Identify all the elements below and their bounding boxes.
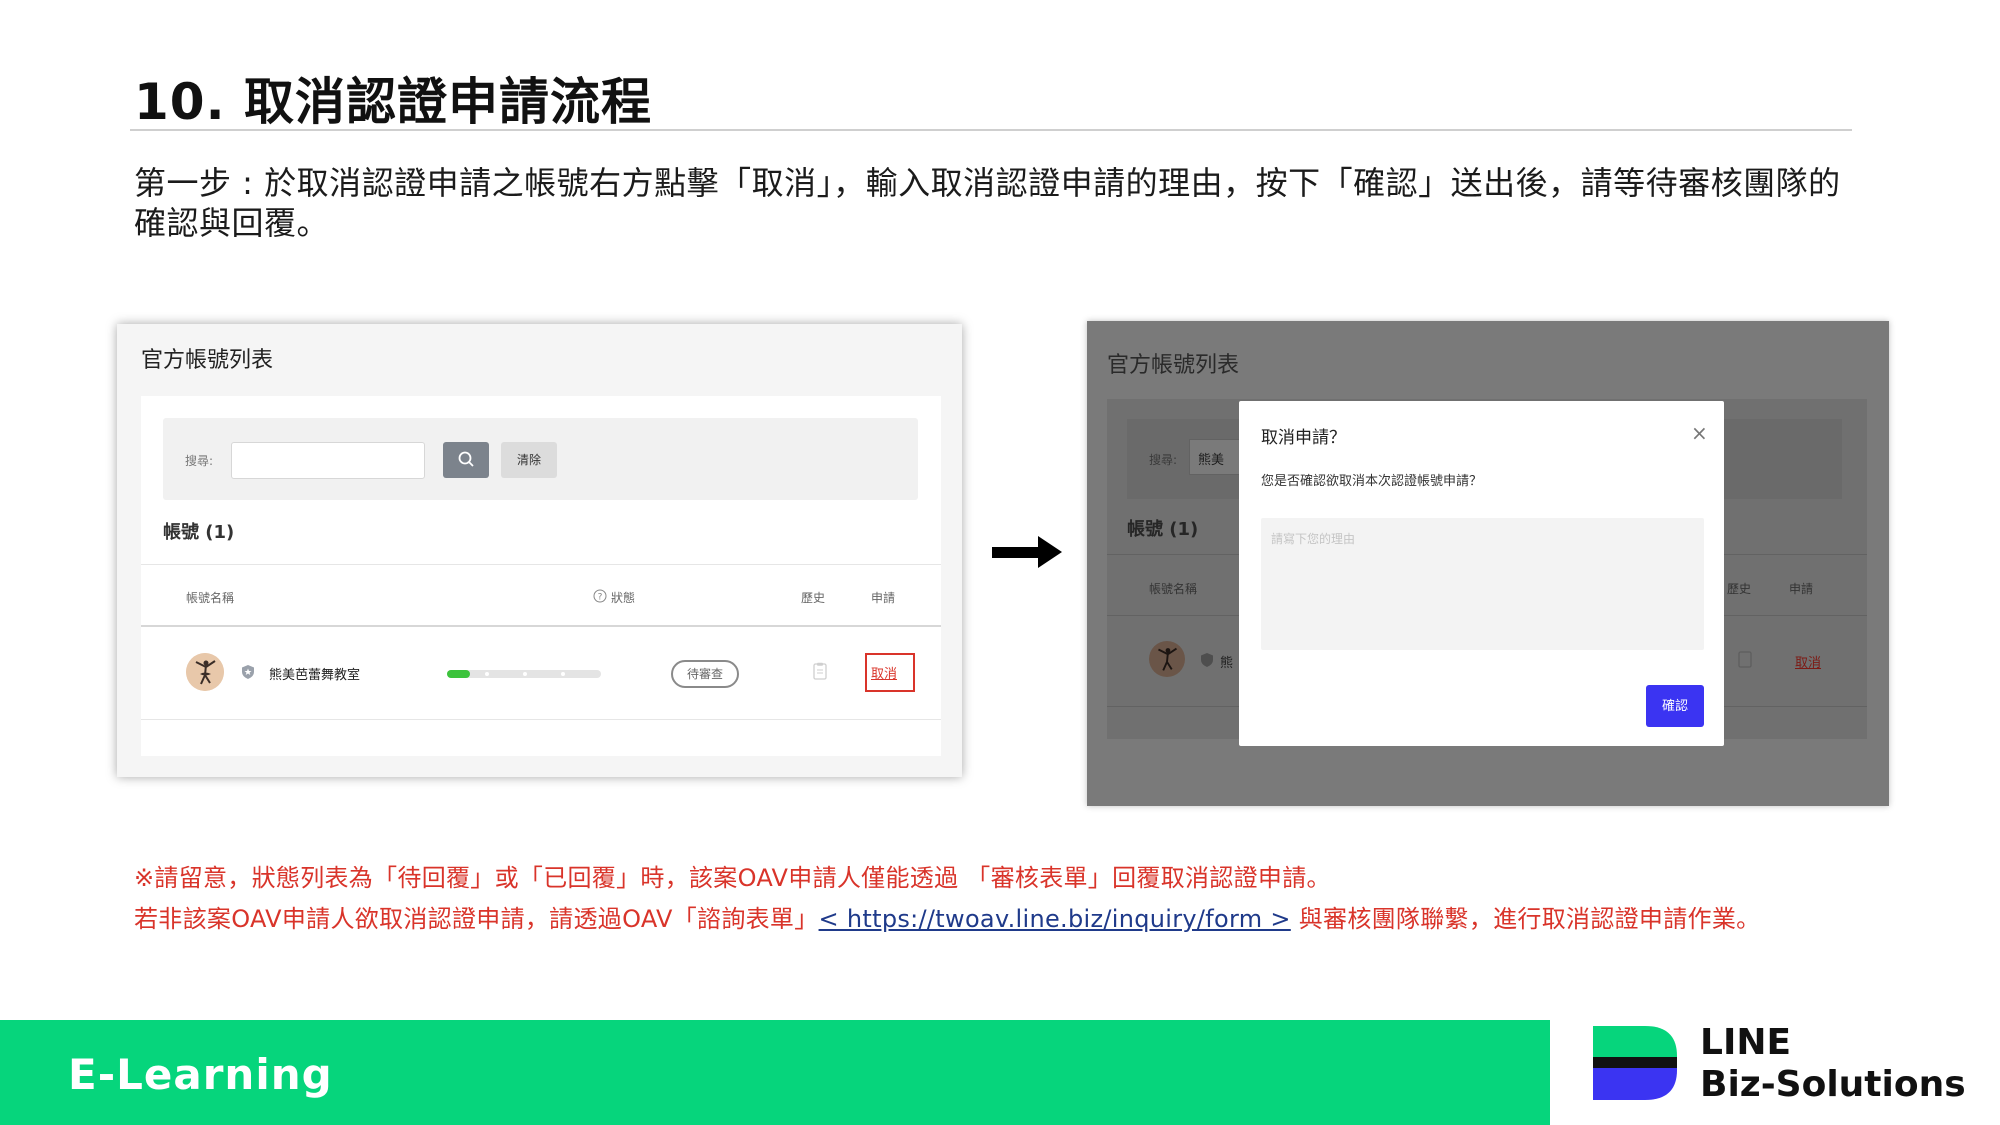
reason-textarea[interactable] [1261, 518, 1704, 650]
note-suffix: 與審核團隊聯繫，進行取消認證申請作業。 [1290, 905, 1761, 933]
search-input[interactable] [231, 442, 425, 479]
verified-shield-icon [1201, 653, 1213, 667]
divider [141, 564, 941, 565]
account-list-screenshot: 官方帳號列表 搜尋: 清除 帳號 (1) 帳號名稱 ? 狀態 歷史 申請 熊美芭… [117, 324, 962, 777]
confirm-button[interactable]: 確認 [1646, 685, 1704, 727]
cancel-link[interactable]: 取消 [871, 663, 897, 682]
column-account-name: 帳號名稱 [1149, 582, 1198, 596]
column-history: 歷史 [801, 591, 826, 605]
close-icon[interactable]: × [1691, 421, 1708, 445]
column-account-name: 帳號名稱 [186, 591, 235, 605]
help-icon: ? [593, 589, 607, 603]
verified-shield-icon [242, 665, 254, 679]
search-area: 搜尋: 清除 [163, 418, 918, 500]
clipboard-icon [1738, 651, 1752, 668]
avatar [1149, 641, 1185, 677]
panel-title: 官方帳號列表 [141, 348, 274, 373]
modal-question: 您是否確認欲取消本次認證帳號申請？ [1261, 474, 1483, 489]
step-instruction: 第一步 : 於取消認證申請之帳號右方點擊「取消」，輸入取消認證申請的理由，按下「… [134, 164, 1841, 242]
account-name: 熊美芭蕾舞教室 [269, 668, 361, 683]
cancel-dialog-screenshot: 官方帳號列表 搜尋: 熊美 帳號 (1) 帳號名稱 歷史 申請 熊 取消 取消申… [1087, 321, 1889, 806]
warning-note-line2: 若非該案OAV申請人欲取消認證申請，請透過OAV「諮詢表單」< https://… [134, 899, 1760, 934]
footer-band: E-Learning [0, 1020, 1550, 1125]
divider [141, 719, 941, 720]
account-card: 搜尋: 清除 帳號 (1) 帳號名稱 ? 狀態 歷史 申請 熊美芭蕾舞教室 待審… [141, 396, 941, 756]
account-name: 熊 [1220, 656, 1234, 671]
column-apply: 申請 [871, 591, 896, 605]
inquiry-form-link[interactable]: < https://twoav.line.biz/inquiry/form > [819, 905, 1291, 933]
column-apply: 申請 [1789, 582, 1814, 596]
progress-fill [447, 670, 471, 678]
column-history: 歷史 [1727, 582, 1752, 596]
line-biz-logo-icon [1593, 1026, 1677, 1100]
account-count-heading: 帳號 (1) [163, 522, 235, 543]
svg-text:?: ? [598, 593, 603, 603]
status-badge: 待審查 [671, 660, 739, 688]
note-prefix: 若非該案OAV申請人欲取消認證申請，請透過OAV「諮詢表單」 [134, 905, 819, 933]
slide-title: 10. 取消認證申請流程 [134, 73, 652, 131]
search-button[interactable] [443, 442, 489, 478]
header-divider [141, 625, 941, 627]
title-divider [130, 129, 1852, 131]
account-count-heading: 帳號 (1) [1127, 519, 1199, 540]
footer-label: E-Learning [68, 1050, 333, 1099]
clear-button[interactable]: 清除 [501, 442, 557, 478]
brand-line2: Biz-Solutions [1700, 1064, 1966, 1105]
brand-line1: LINE [1700, 1022, 1792, 1063]
search-label: 搜尋: [1149, 453, 1178, 467]
panel-title: 官方帳號列表 [1107, 353, 1240, 378]
progress-step-dot [523, 672, 527, 676]
search-icon [458, 451, 474, 467]
review-progress-bar [447, 670, 601, 678]
avatar [186, 653, 224, 691]
warning-note-line1: ※請留意，狀態列表為「待回覆」或「已回覆」時，該案OAV申請人僅能透過 「審核表… [134, 864, 1331, 892]
right-arrow-icon [992, 536, 1062, 568]
ballerina-icon [1158, 647, 1177, 671]
progress-step-dot [485, 672, 489, 676]
modal-title: 取消申請？ [1261, 428, 1346, 448]
column-status: 狀態 [611, 591, 636, 605]
ballerina-icon [186, 653, 224, 691]
cancel-application-modal: 取消申請？ × 您是否確認欲取消本次認證帳號申請？ 確認 [1239, 401, 1724, 746]
cancel-link: 取消 [1795, 656, 1822, 671]
progress-step-dot [561, 672, 565, 676]
search-label: 搜尋: [185, 454, 214, 468]
clipboard-icon[interactable] [813, 662, 827, 680]
